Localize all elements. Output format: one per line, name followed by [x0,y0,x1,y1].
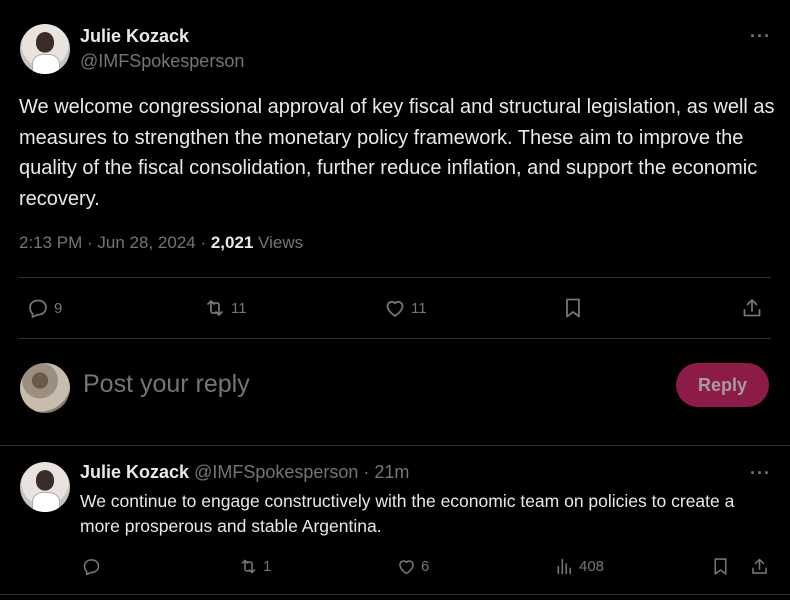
current-user-avatar [20,363,70,413]
bookmark-icon [566,298,580,318]
share-button[interactable] [740,296,764,320]
views-label: Views [253,233,304,252]
reply-views-button[interactable]: 408 [554,556,604,577]
analytics-icon [557,558,571,575]
views-count: 2,021 [210,233,254,252]
author-avatar[interactable] [20,24,70,74]
divider [19,338,771,339]
reply-like-count: 6 [421,558,430,575]
tweet-timestamp[interactable]: 2:13 PM · Jun 28, 2024 · [19,233,211,252]
divider [19,277,771,278]
reply-author-handle[interactable]: @IMFSpokesperson [194,462,358,482]
divider [0,445,790,446]
reply-reply-button[interactable] [81,556,106,577]
reply-input[interactable]: Post your reply [83,370,250,399]
reply-repost-count: 1 [263,558,272,575]
reply-bookmark-button[interactable] [710,556,731,577]
reply-more-options-icon[interactable]: ··· [750,463,771,484]
bookmark-button[interactable] [561,296,585,320]
reply-text: We continue to engage constructively wit… [80,491,735,536]
reply-share-button[interactable] [749,556,770,577]
author-name[interactable]: Julie Kozack [80,26,189,47]
reply-count: 9 [54,299,63,317]
reply-like-button[interactable]: 6 [396,556,429,577]
author-handle[interactable]: @IMFSpokesperson [80,51,244,72]
tweet-text: We welcome congressional approval of key… [19,96,775,210]
reply-button[interactable]: 9 [26,296,62,320]
repost-button[interactable]: 11 [203,296,247,320]
repost-count: 11 [231,299,247,317]
like-count: 11 [411,299,427,317]
repost-icon [241,559,256,574]
reply-author-name[interactable]: Julie Kozack [80,462,189,482]
reply-header: Julie Kozack @IMFSpokesperson · 21m [80,462,409,483]
repost-icon [207,300,223,316]
reply-author-avatar[interactable] [20,462,70,512]
more-options-icon[interactable]: ··· [750,26,771,47]
reply-submit-button[interactable]: Reply [676,363,769,407]
tweet-meta: 2:13 PM · Jun 28, 2024 · 2,021 Views [19,233,303,253]
heart-icon [399,560,414,575]
share-icon [752,558,767,574]
reply-timestamp[interactable]: · 21m [358,462,409,482]
reply-views-count: 408 [579,558,605,575]
like-button[interactable]: 11 [383,296,427,320]
share-icon [743,299,761,317]
bookmark-icon [714,558,727,575]
reply-icon [83,559,100,576]
reply-icon [29,299,47,318]
reply-repost-button[interactable]: 1 [238,556,271,577]
heart-icon [386,300,404,317]
divider [0,594,790,595]
